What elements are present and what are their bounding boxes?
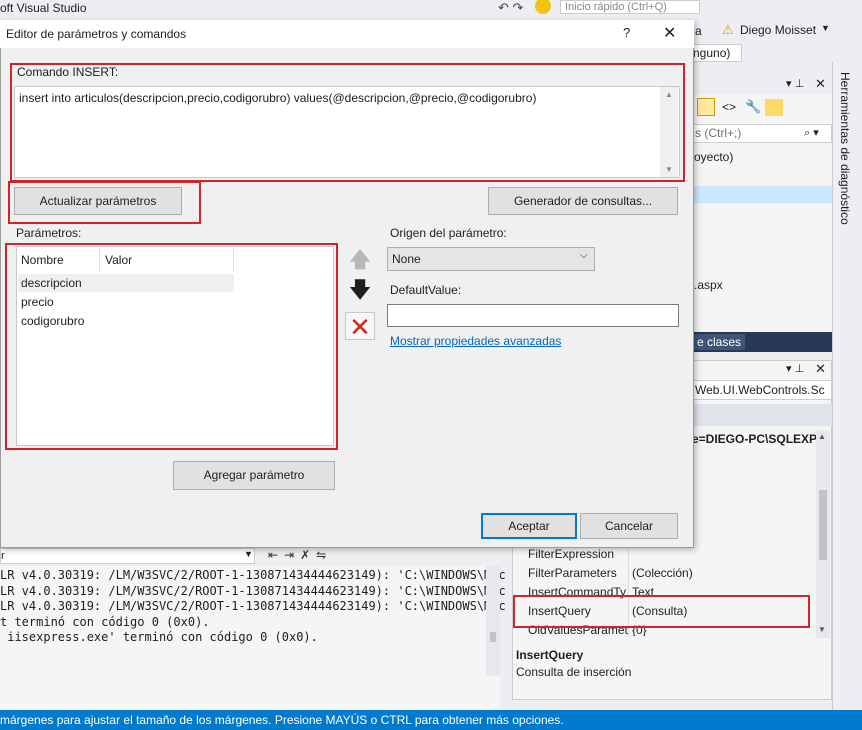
move-down-icon[interactable]: 🡇: [345, 278, 375, 304]
pin-icon[interactable]: ▾ ⊥: [786, 77, 804, 90]
tab-class-view[interactable]: e clases: [693, 334, 746, 350]
code-view-icon[interactable]: <>: [722, 100, 736, 114]
output-scroll-thumb[interactable]: [490, 632, 496, 642]
status-bar: márgenes para ajustar el tamaño de los m…: [0, 710, 862, 730]
output-scrollbar[interactable]: [486, 566, 500, 676]
output-text: LR v4.0.30319: /LM/W3SVC/2/ROOT-1-130871…: [0, 568, 506, 646]
folder-view-icon[interactable]: [697, 98, 715, 116]
origin-label: Origen del parámetro:: [390, 226, 507, 240]
query-builder-button[interactable]: Generador de consultas...: [488, 187, 678, 215]
output-tools-icon[interactable]: ⇤⇥✗⇋: [268, 548, 332, 562]
property-description-text: Consulta de inserción: [516, 665, 632, 679]
add-parameter-button[interactable]: Agregar parámetro: [173, 461, 335, 490]
move-up-icon[interactable]: 🡅: [345, 248, 375, 274]
parameters-highlight: [5, 243, 338, 450]
solution-config-dropdown[interactable]: nguno): [690, 44, 742, 62]
output-line: LR v4.0.30319: /LM/W3SVC/2/ROOT-1-130871…: [0, 583, 506, 598]
warning-icon: ⚠: [722, 22, 734, 37]
scroll-up-icon[interactable]: ▲: [818, 432, 826, 441]
help-button[interactable]: ?: [623, 25, 630, 40]
ok-button[interactable]: Aceptar: [481, 513, 577, 539]
property-value: (Colección): [632, 566, 693, 580]
insertquery-highlight: [513, 595, 810, 628]
refresh-highlight: [8, 181, 201, 224]
properties-scroll-thumb[interactable]: [819, 490, 827, 560]
properties-object-selector[interactable]: Web.UI.WebControls.Sc: [690, 380, 832, 400]
delete-parameter-icon[interactable]: ✕: [345, 312, 375, 341]
vs-menu-fragment[interactable]: a: [695, 24, 702, 38]
default-value-label: DefaultValue:: [390, 283, 462, 297]
project-node[interactable]: oyecto): [694, 150, 733, 164]
vs-titlebar: [0, 0, 862, 20]
vs-window-title: oft Visual Studio: [0, 1, 87, 15]
selected-tree-row[interactable]: [690, 186, 832, 203]
default-value-input[interactable]: [387, 304, 679, 327]
output-line: LR v4.0.30319: /LM/W3SVC/2/ROOT-1-130871…: [0, 599, 506, 613]
cancel-button[interactable]: Cancelar: [580, 513, 678, 539]
output-line: iisexpress.exe' terminó con código 0 (0x…: [0, 630, 318, 644]
property-description-title: InsertQuery: [516, 648, 584, 662]
preview-icon[interactable]: [765, 99, 783, 116]
close-icon[interactable]: ✕: [815, 76, 826, 92]
parameters-label: Parámetros:: [16, 226, 82, 240]
user-caret-icon[interactable]: ▼: [821, 23, 830, 33]
chevron-down-icon[interactable]: ▼: [244, 549, 253, 559]
command-highlight: [10, 63, 685, 182]
advanced-properties-link[interactable]: Mostrar propiedades avanzadas: [390, 334, 561, 348]
connection-string-value: e=DIEGO-PC\SQLEXP: [692, 432, 816, 446]
search-dropdown-icon[interactable]: ⌕ ▾: [804, 126, 819, 140]
close-dialog-icon[interactable]: ✕: [663, 23, 676, 43]
chevron-down-icon[interactable]: ⌵: [580, 250, 588, 261]
properties-toolbar: [690, 404, 832, 426]
diagnostic-tools-label[interactable]: Herramientas de diagnóstico: [838, 72, 852, 225]
output-source-dropdown[interactable]: r: [0, 548, 255, 564]
pin-icon[interactable]: ▾ ⊥: [786, 362, 804, 375]
property-name: FilterParameters: [528, 566, 617, 580]
wrench-icon[interactable]: 🔧: [745, 99, 761, 115]
dialog-title: Editor de parámetros y comandos: [6, 27, 187, 41]
vs-nav-arrows-icon[interactable]: ↶ ↷: [498, 0, 523, 16]
solution-explorer-header: [690, 75, 832, 94]
file-node[interactable]: .aspx: [694, 278, 723, 292]
origin-dropdown[interactable]: None: [387, 247, 595, 271]
output-line: LR v4.0.30319: /LM/W3SVC/2/ROOT-1-130871…: [0, 568, 506, 582]
output-line: t terminó con código 0 (0x0).: [0, 614, 210, 629]
quick-launch-input[interactable]: Inicio rápido (Ctrl+Q): [560, 0, 700, 14]
scroll-down-icon[interactable]: ▼: [818, 625, 826, 634]
user-account[interactable]: Diego Moisset: [740, 23, 816, 37]
close-icon[interactable]: ✕: [815, 361, 826, 377]
property-row[interactable]: FilterParameters (Colección): [524, 564, 816, 583]
